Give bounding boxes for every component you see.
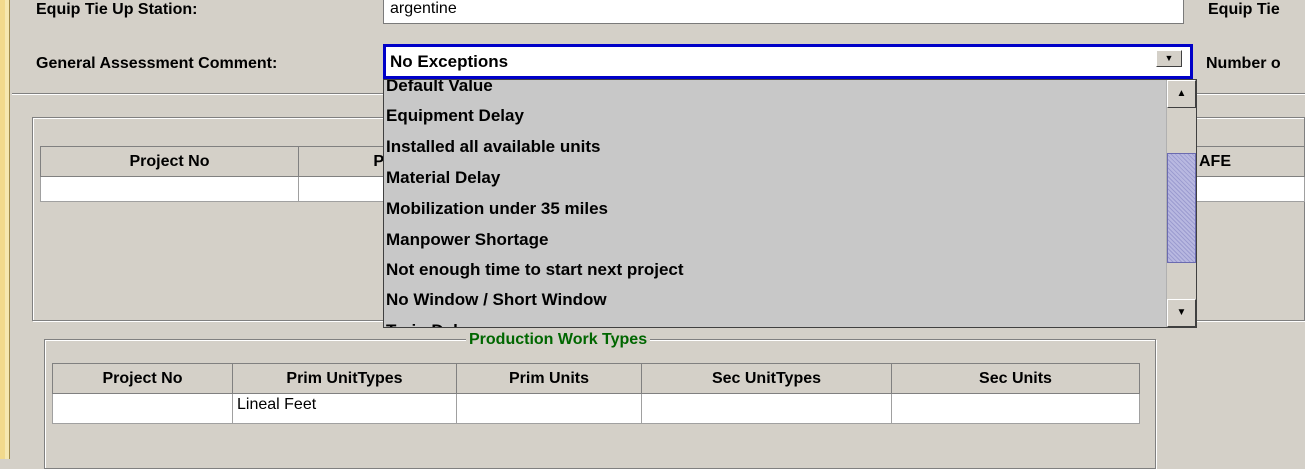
column-sec-units[interactable]: Sec Units xyxy=(892,364,1139,393)
column-project-no[interactable]: Project No xyxy=(41,147,299,176)
list-item[interactable]: No Window / Short Window xyxy=(386,285,607,315)
table-cell[interactable] xyxy=(892,394,1139,423)
table-cell[interactable] xyxy=(41,177,299,201)
column-p[interactable]: P xyxy=(299,147,389,176)
table-cell[interactable] xyxy=(1189,177,1305,201)
table-row[interactable]: Lineal Feet xyxy=(52,394,1140,424)
list-item[interactable]: Mobilization under 35 miles xyxy=(386,194,608,224)
table-cell[interactable] xyxy=(642,394,892,423)
table-cell[interactable] xyxy=(299,177,389,201)
list-item[interactable]: Installed all available units xyxy=(386,132,600,162)
chevron-down-icon[interactable]: ▼ xyxy=(1156,50,1182,67)
equip-tie-right-label: Equip Tie xyxy=(1208,1,1280,18)
list-item[interactable]: Not enough time to start next project xyxy=(386,255,684,285)
production-work-types-title: Production Work Types xyxy=(466,329,651,351)
list-item[interactable]: Manpower Shortage xyxy=(386,225,548,255)
table-cell[interactable] xyxy=(457,394,642,423)
general-assessment-combo[interactable]: No Exceptions ▼ xyxy=(383,44,1193,79)
general-assessment-value: No Exceptions xyxy=(390,52,509,71)
arrow-up-icon[interactable]: ▲ xyxy=(1167,80,1196,108)
column-afe[interactable]: AFE xyxy=(1189,147,1305,176)
production-table-header: Project No Prim UnitTypes Prim Units Sec… xyxy=(52,363,1140,394)
column-project-no[interactable]: Project No xyxy=(53,364,233,393)
list-item[interactable]: Default Value xyxy=(386,80,493,101)
list-item[interactable]: Train Delay xyxy=(386,316,477,327)
column-sec-unittypes[interactable]: Sec UnitTypes xyxy=(642,364,892,393)
list-item[interactable]: Equipment Delay xyxy=(386,101,524,131)
scrollbar-thumb[interactable] xyxy=(1167,152,1196,263)
general-assessment-label: General Assessment Comment: xyxy=(36,55,278,72)
column-prim-unittypes[interactable]: Prim UnitTypes xyxy=(233,364,457,393)
number-right-label: Number o xyxy=(1206,55,1281,72)
arrow-down-icon[interactable]: ▼ xyxy=(1167,299,1196,327)
list-item[interactable]: Material Delay xyxy=(386,163,500,193)
table-cell[interactable]: Lineal Feet xyxy=(233,394,457,423)
general-assessment-dropdown-list[interactable]: Default Value Equipment Delay Installed … xyxy=(383,79,1197,328)
column-prim-units[interactable]: Prim Units xyxy=(457,364,642,393)
equip-tie-up-station-field[interactable]: argentine xyxy=(383,0,1184,24)
dropdown-scrollbar[interactable]: ▲ ▼ xyxy=(1166,80,1196,327)
table-cell[interactable] xyxy=(53,394,233,423)
equip-tie-up-station-label: Equip Tie Up Station: xyxy=(36,1,198,18)
left-rail-inner xyxy=(5,0,10,459)
